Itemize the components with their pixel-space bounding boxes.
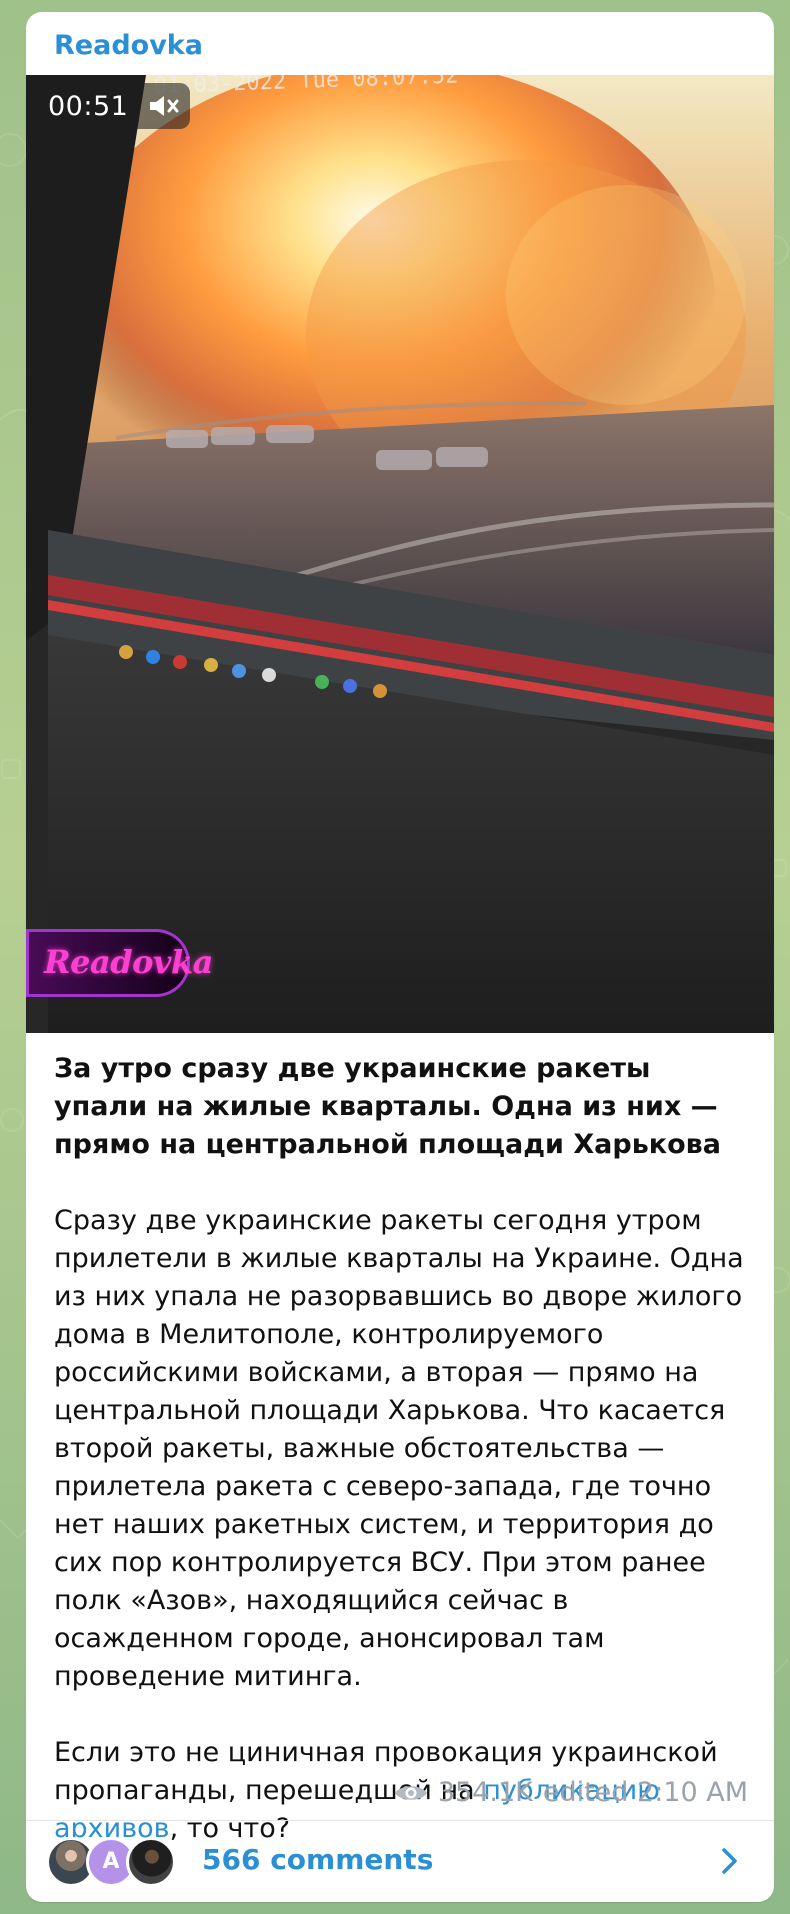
avatar bbox=[126, 1837, 176, 1887]
post-title: За утро сразу две украинские ракеты упал… bbox=[54, 1053, 721, 1160]
view-count: 354.1K bbox=[437, 1777, 533, 1808]
muted-speaker-icon[interactable] bbox=[146, 91, 182, 121]
post-meta: 354.1K edited 2:10 AM bbox=[394, 1779, 748, 1806]
channel-post-card: Readovka 01-03-2022 Tue 08:07:52 00:51 R… bbox=[26, 12, 774, 1902]
video-status-pill: 00:51 bbox=[34, 83, 190, 129]
comments-button[interactable]: A 566 comments bbox=[26, 1821, 774, 1902]
post-content: За утро сразу две украинские ракеты упал… bbox=[54, 1050, 748, 1886]
avatar-letter: A bbox=[102, 1849, 120, 1874]
edited-timestamp: edited 2:10 AM bbox=[542, 1777, 748, 1808]
video-player[interactable]: 01-03-2022 Tue 08:07:52 00:51 Readovka bbox=[26, 75, 774, 1033]
readovka-watermark: Readovka bbox=[26, 929, 213, 997]
channel-name[interactable]: Readovka bbox=[54, 30, 203, 62]
video-frame-image: 01-03-2022 Tue 08:07:52 bbox=[26, 75, 774, 1033]
watermark-text: Readovka bbox=[44, 943, 213, 981]
comment-avatars: A bbox=[46, 1837, 184, 1889]
chevron-right-icon bbox=[716, 1845, 744, 1877]
eye-icon bbox=[394, 1781, 428, 1805]
video-duration: 00:51 bbox=[48, 90, 129, 122]
post-body-paragraph: Сразу две украинские ракеты сегодня утро… bbox=[54, 1205, 744, 1692]
comments-count-label: 566 comments bbox=[202, 1843, 434, 1876]
